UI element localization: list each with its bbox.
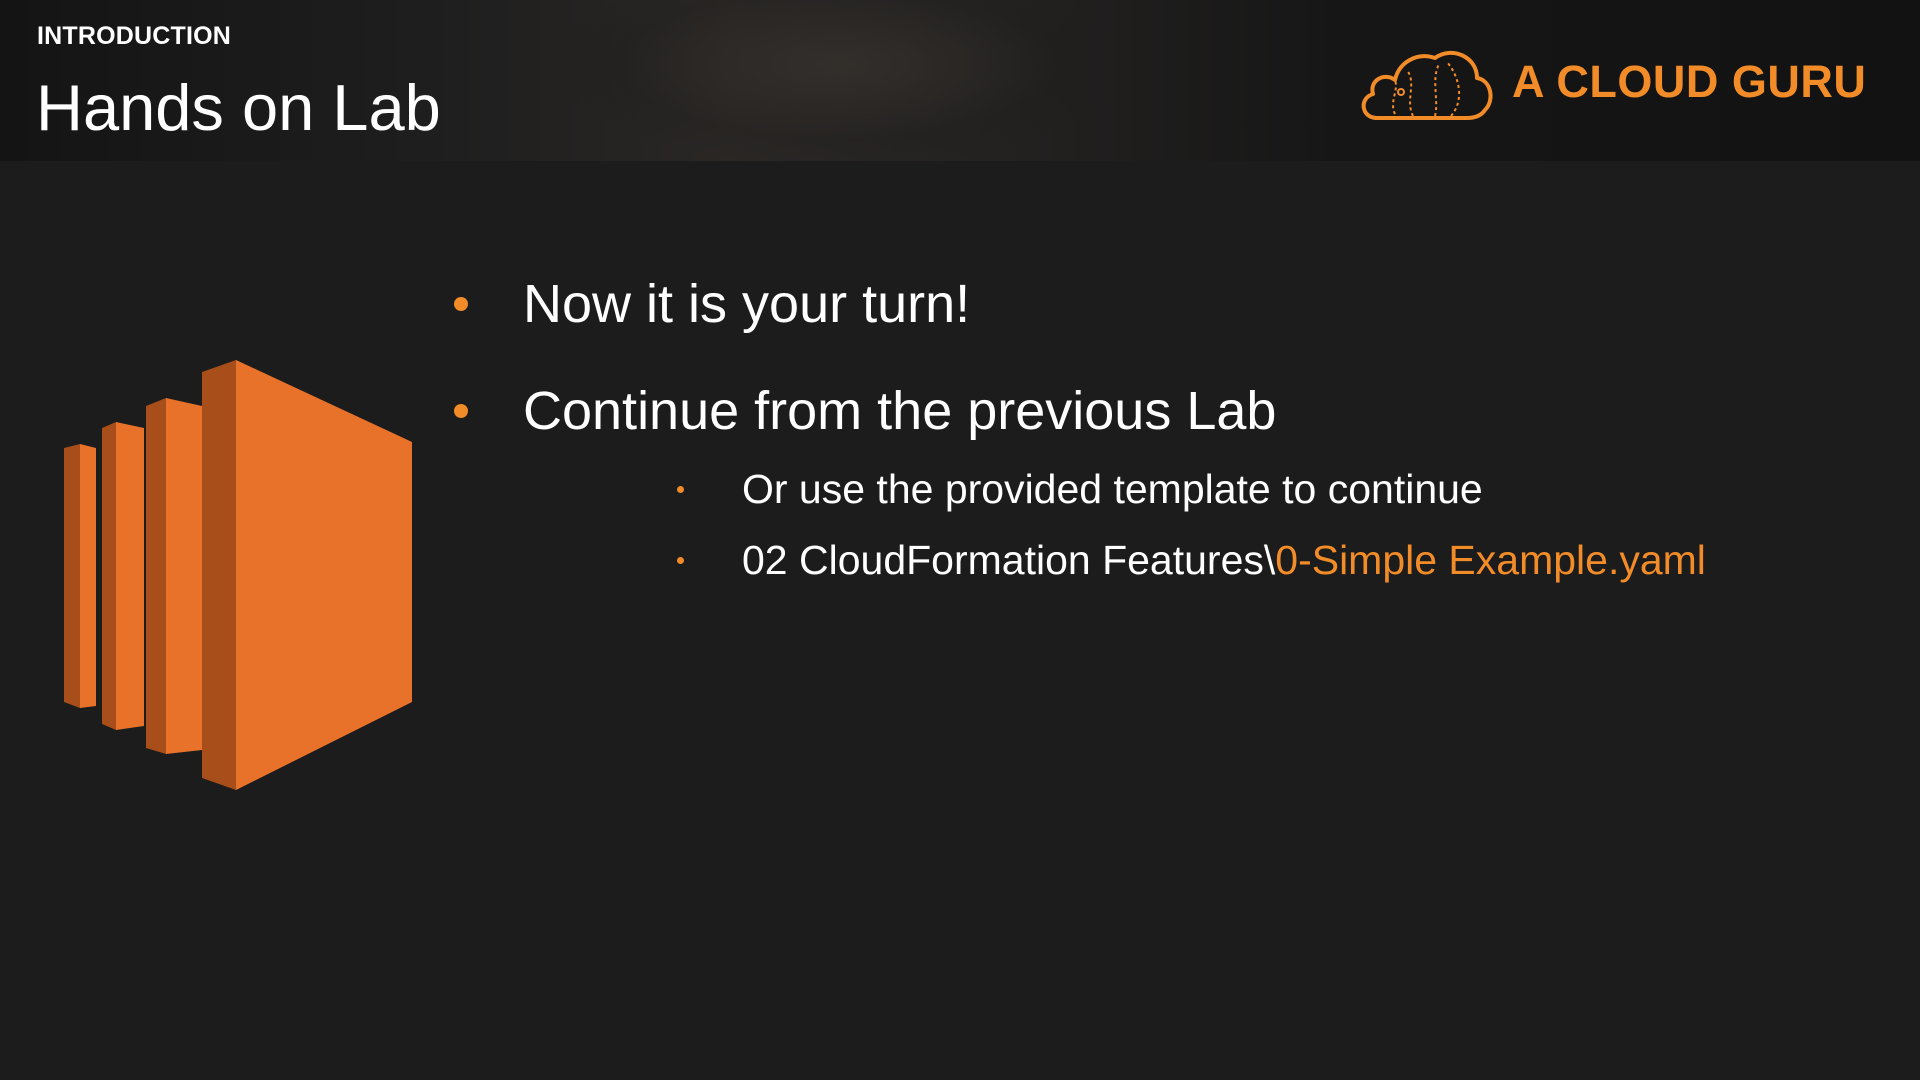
template-path: 02 CloudFormation Features\ xyxy=(742,537,1276,583)
sub-list-item: Or use the provided template to continue xyxy=(677,464,1483,514)
bullet-dot xyxy=(454,297,468,311)
list-item: Now it is your turn! xyxy=(454,272,971,336)
sub-bullet-text: Or use the provided template to continue xyxy=(742,466,1483,512)
brand-name: A CLOUD GURU xyxy=(1512,56,1867,107)
section-label: INTRODUCTION xyxy=(37,22,232,50)
bullet-text: Continue from the previous Lab xyxy=(523,381,1277,441)
header-bar: INTRODUCTION Hands on Lab A CLOUD GURU xyxy=(0,0,1920,161)
sub-list-item: 02 CloudFormation Features\0-Simple Exam… xyxy=(677,535,1706,585)
cloud-icon xyxy=(1361,50,1493,120)
bullet-dot xyxy=(677,486,684,493)
bullet-dot xyxy=(454,404,468,418)
slide: INTRODUCTION Hands on Lab A CLOUD GURU N… xyxy=(0,0,1920,1080)
header-background-video xyxy=(560,0,1120,161)
brand-logo: A CLOUD GURU xyxy=(1355,40,1875,130)
bullet-dot xyxy=(677,557,684,564)
list-item: Continue from the previous Lab xyxy=(454,379,1277,443)
template-filename: 0-Simple Example.yaml xyxy=(1275,537,1706,583)
bullet-text: Now it is your turn! xyxy=(523,274,971,334)
slide-title: Hands on Lab xyxy=(36,71,441,144)
ec2-server-icon xyxy=(64,360,412,790)
